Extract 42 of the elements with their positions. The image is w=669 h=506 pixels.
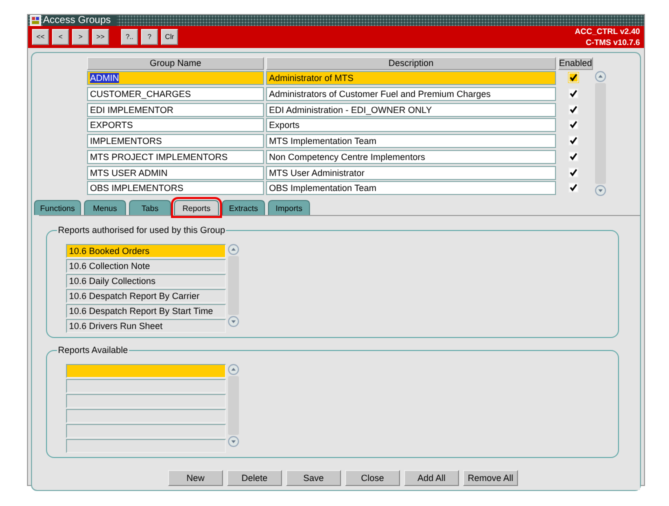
description-cell[interactable]: EDI Administration - EDI_OWNER ONLY: [266, 102, 556, 116]
tab[interactable]: Reports: [174, 200, 219, 215]
column-header: Description: [266, 57, 556, 70]
description-cell[interactable]: Non Competency Centre Implementors: [266, 150, 556, 164]
group-name-cell[interactable]: IMPLEMENTORS: [87, 134, 264, 148]
group-title: Reports Available: [57, 345, 129, 355]
tab[interactable]: Functions: [34, 200, 81, 215]
description-cell[interactable]: MTS User Administrator: [266, 166, 556, 180]
group-name-cell[interactable]: OBS IMPLEMENTORS: [87, 181, 264, 196]
group-name-cell[interactable]: ADMIN: [87, 71, 264, 85]
action-button[interactable]: Remove All: [463, 470, 518, 486]
action-button[interactable]: Close: [345, 470, 400, 486]
group-name-cell[interactable]: MTS PROJECT IMPLEMENTORS: [87, 150, 264, 164]
report-item[interactable]: 10.6 Collection Note: [66, 259, 226, 273]
tab[interactable]: Menus: [84, 200, 126, 215]
column-header: Enabled: [558, 57, 593, 70]
tab[interactable]: Imports: [268, 200, 310, 215]
report-item[interactable]: 10.6 Daily Collections: [66, 274, 226, 288]
report-item[interactable]: 10.6 Despatch Report By Start Time: [66, 304, 226, 318]
description-cell[interactable]: MTS Implementation Team: [266, 134, 556, 148]
action-button[interactable]: New: [168, 470, 223, 486]
version-label: ACC_CTRL v2.40: [574, 26, 640, 37]
group-title: Reports authorised for used by this Group: [57, 225, 226, 235]
action-button[interactable]: Save: [286, 470, 341, 486]
description-cell[interactable]: OBS Implementation Team: [266, 181, 556, 196]
group-name-cell[interactable]: MTS USER ADMIN: [87, 166, 264, 180]
report-item[interactable]: 10.6 Despatch Report By Carrier: [66, 289, 226, 303]
group-name-cell[interactable]: EDI IMPLEMENTOR: [87, 102, 264, 116]
description-cell[interactable]: Administrators of Customer Fuel and Premium Charges: [266, 86, 556, 101]
description-cell[interactable]: Exports: [266, 118, 556, 132]
action-button[interactable]: Add All: [404, 470, 459, 486]
tab[interactable]: Extracts: [222, 200, 265, 215]
description-cell[interactable]: Administrator of MTS: [266, 71, 556, 85]
action-button[interactable]: Delete: [227, 470, 282, 486]
version-label: C-TMS v10.7.6: [586, 37, 640, 48]
group-name-cell[interactable]: CUSTOMER_CHARGES: [87, 86, 264, 101]
window-title: Access Groups: [43, 15, 117, 26]
tab[interactable]: Tabs: [129, 200, 171, 215]
column-header: Group Name: [87, 57, 264, 70]
report-item[interactable]: 10.6 Drivers Run Sheet: [66, 319, 226, 333]
group-name-cell[interactable]: EXPORTS: [87, 118, 264, 132]
report-item[interactable]: 10.6 Booked Orders: [66, 244, 226, 258]
